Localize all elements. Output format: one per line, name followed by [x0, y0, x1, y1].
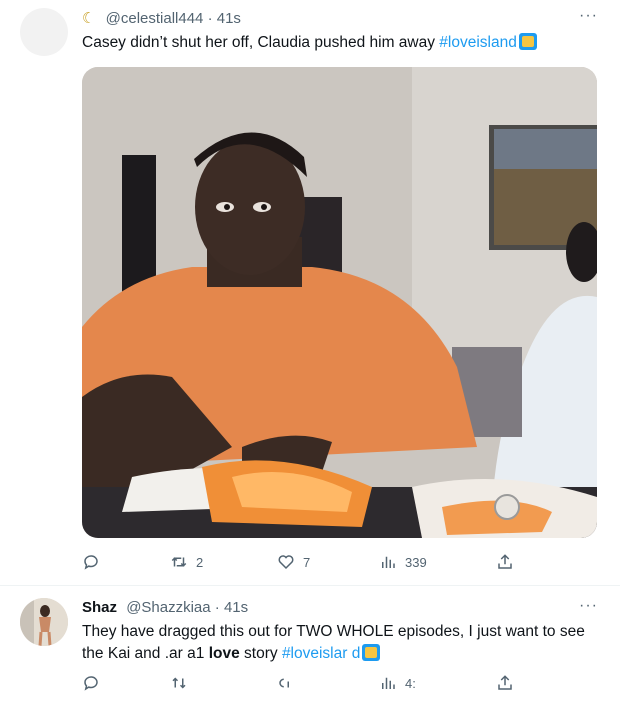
tweet-actions: 4: [82, 674, 522, 698]
views-icon [382, 677, 395, 689]
retweet-icon [172, 677, 186, 689]
tweet-media-image[interactable] [82, 67, 597, 538]
timestamp[interactable]: 41s [217, 10, 241, 27]
share-icon [498, 554, 512, 569]
reply-button[interactable] [82, 674, 108, 692]
tweet-text-body: Casey didn’t shut her off, Claudia pushe… [82, 34, 435, 51]
display-name[interactable]: Shaz [82, 599, 117, 616]
views-button[interactable]: 4: [379, 674, 416, 692]
views-button[interactable]: 339 [379, 553, 427, 571]
timestamp[interactable]: 41s [224, 599, 248, 616]
reply-button[interactable] [82, 553, 108, 571]
love-island-badge-icon [362, 644, 381, 661]
like-button[interactable]: 7 [277, 553, 310, 571]
avatar[interactable] [20, 598, 68, 646]
separator: · [214, 599, 220, 616]
tweet-actions: 2 7 339 [82, 553, 522, 577]
tweet-text-tail: story [244, 645, 278, 662]
views-count: 4: [405, 675, 416, 691]
crescent-moon-icon: ☾ [82, 10, 96, 27]
like-count: 7 [303, 554, 311, 570]
heart-icon [279, 678, 289, 688]
reply-icon [84, 676, 98, 691]
share-button[interactable] [496, 553, 522, 571]
retweet-icon [171, 557, 187, 567]
tweet-header: ☾ @celestiall444 · 41s [82, 9, 241, 27]
hashtag-link[interactable]: #loveisland [439, 34, 517, 51]
hashtag-link[interactable]: #loveislar d [282, 645, 360, 662]
views-count: 339 [405, 554, 427, 570]
tweet-text: Casey didn’t shut her off, Claudia pushe… [82, 32, 602, 54]
retweet-count: 2 [196, 554, 204, 570]
tweet[interactable]: Shaz @Shazzkiaa · 41s ··· They have drag… [0, 586, 634, 702]
share-button[interactable] [496, 674, 522, 692]
like-button[interactable] [277, 674, 303, 692]
tweet[interactable]: ☾ @celestiall444 · 41s ··· Casey didn’t … [0, 0, 634, 585]
love-island-badge-icon [518, 33, 537, 50]
retweet-button[interactable] [170, 674, 196, 692]
separator: · [207, 10, 213, 27]
heart-icon [278, 555, 294, 570]
reply-icon [84, 555, 98, 570]
views-icon [382, 556, 395, 568]
more-options-button[interactable]: ··· [579, 597, 598, 615]
retweet-button[interactable]: 2 [170, 553, 203, 571]
user-handle[interactable]: @Shazzkiaa [126, 599, 210, 616]
tweet-text-bold: love [208, 645, 240, 662]
share-icon [498, 675, 512, 690]
tweet-text-obscured: .ar a1 [164, 645, 205, 662]
avatar-photo [20, 598, 68, 646]
tweet-header: Shaz @Shazzkiaa · 41s [82, 599, 248, 616]
tweet-text: They have dragged this out for TWO WHOLE… [82, 621, 602, 665]
more-options-button[interactable]: ··· [579, 7, 598, 25]
meme-photo [82, 67, 597, 538]
avatar[interactable] [20, 8, 68, 56]
user-handle[interactable]: @celestiall444 [106, 10, 204, 27]
